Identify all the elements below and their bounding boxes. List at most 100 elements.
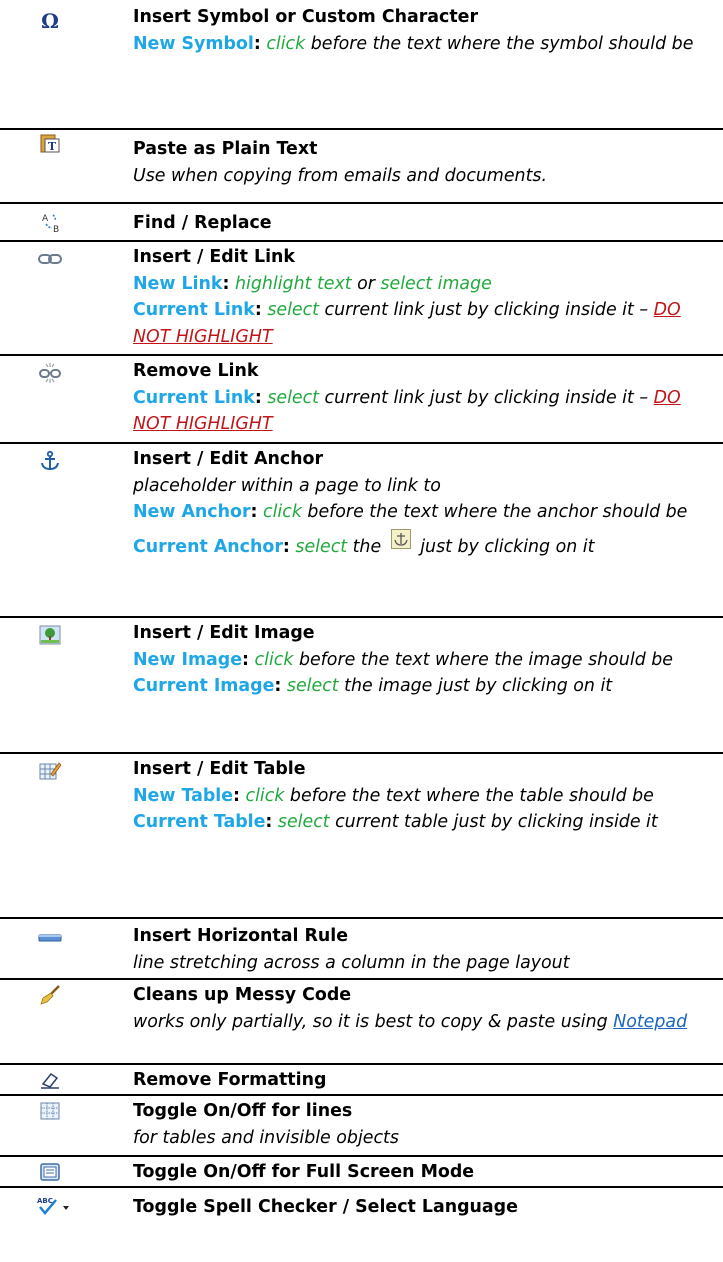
spellcheck-icon: ABC bbox=[36, 1194, 72, 1216]
row-remove-link: Remove Link Current Link: select current… bbox=[0, 356, 723, 444]
eraser-icon bbox=[38, 1069, 62, 1091]
row-find-replace: AB Find / Replace bbox=[0, 204, 723, 242]
colon: : bbox=[282, 536, 290, 557]
new-line: New Link: highlight text or select image bbox=[133, 271, 719, 298]
row-full-screen: Toggle On/Off for Full Screen Mode bbox=[0, 1157, 723, 1188]
svg-text:ABC: ABC bbox=[37, 1197, 53, 1205]
action: click bbox=[263, 502, 302, 522]
description: current link just by clicking inside it … bbox=[324, 300, 649, 320]
fullscreen-icon bbox=[38, 1161, 62, 1183]
action: highlight text bbox=[234, 273, 352, 294]
row-title: Cleans up Messy Code bbox=[133, 985, 352, 1005]
current-line: Current Link: select current link just b… bbox=[133, 385, 703, 438]
horizontal-rule-icon bbox=[38, 927, 62, 949]
row-title: Insert / Edit Link bbox=[133, 247, 295, 267]
new-line: New Anchor: click before the text where … bbox=[133, 499, 703, 526]
keyword: Current Table bbox=[133, 812, 266, 832]
action: select bbox=[277, 812, 330, 832]
action: select bbox=[267, 387, 319, 408]
notepad-link[interactable]: Notepad bbox=[613, 1012, 687, 1032]
colon: : bbox=[222, 273, 230, 294]
keyword: Current Anchor bbox=[133, 536, 283, 557]
current-line: Current Table: select current table just… bbox=[133, 809, 703, 836]
anchor-icon bbox=[38, 450, 62, 472]
description-line: works only partially, so it is best to c… bbox=[133, 1009, 703, 1036]
table-icon bbox=[38, 760, 62, 782]
row-insert-symbol: Ω Insert Symbol or Custom Character New … bbox=[0, 0, 723, 130]
conjunction: or bbox=[357, 273, 375, 294]
row-toggle-lines: Toggle On/Off for lines for tables and i… bbox=[0, 1096, 723, 1157]
unlink-icon bbox=[38, 362, 62, 384]
row-title: Insert Horizontal Rule bbox=[133, 926, 349, 946]
colon: : bbox=[253, 33, 261, 54]
row-title: Paste as Plain Text bbox=[133, 139, 318, 159]
grid-lines-icon bbox=[38, 1100, 62, 1122]
row-title: Find / Replace bbox=[133, 213, 272, 233]
row-cleanup-code: Cleans up Messy Code works only partiall… bbox=[0, 980, 723, 1065]
keyword: New Image bbox=[133, 649, 243, 670]
description: placeholder within a page to link to bbox=[133, 475, 441, 496]
description: line stretching across a column in the p… bbox=[133, 952, 570, 973]
row-title: Remove Link bbox=[133, 361, 259, 381]
description: just by clicking on it bbox=[420, 536, 595, 557]
row-title: Remove Formatting bbox=[133, 1070, 327, 1090]
row-title: Toggle On/Off for lines bbox=[133, 1101, 353, 1121]
description: before the text where the symbol should … bbox=[310, 33, 694, 54]
action: select bbox=[295, 536, 348, 557]
row-title: Toggle Spell Checker / Select Language bbox=[133, 1197, 518, 1217]
svg-text:T: T bbox=[48, 140, 57, 153]
description: before the text where the image should b… bbox=[298, 649, 674, 670]
description: before the text where the table should b… bbox=[289, 785, 654, 806]
keyword: New Symbol bbox=[133, 33, 254, 54]
row-insert-edit-anchor: Insert / Edit Anchor placeholder within … bbox=[0, 444, 723, 618]
row-insert-edit-image: Insert / Edit Image New Image: click bef… bbox=[0, 618, 723, 754]
link-icon bbox=[38, 248, 62, 270]
toolbar-reference: Ω Insert Symbol or Custom Character New … bbox=[0, 0, 723, 1228]
row-insert-edit-table: Insert / Edit Table New Table: click bef… bbox=[0, 754, 723, 919]
action: select bbox=[286, 676, 339, 696]
keyword: Current Image bbox=[133, 676, 275, 696]
svg-text:Ω: Ω bbox=[41, 10, 59, 32]
current-line: Current Link: select current link just b… bbox=[133, 297, 703, 350]
action: click bbox=[245, 785, 285, 806]
description: works only partially, so it is best to c… bbox=[133, 1011, 608, 1032]
keyword: New Table bbox=[133, 785, 234, 806]
row-title: Insert / Edit Image bbox=[133, 623, 315, 643]
colon: : bbox=[250, 502, 258, 522]
svg-text:A: A bbox=[42, 214, 49, 224]
svg-text:B: B bbox=[53, 225, 59, 234]
article: the bbox=[352, 536, 382, 557]
anchor-marker-icon bbox=[390, 528, 411, 549]
omega-icon: Ω bbox=[38, 10, 62, 32]
description: current table just by clicking inside it bbox=[335, 812, 658, 832]
description: current link just by clicking inside it … bbox=[324, 387, 649, 408]
action: select bbox=[267, 300, 319, 320]
row-title: Insert Symbol or Custom Character bbox=[133, 7, 479, 27]
description: the image just by clicking on it bbox=[344, 676, 613, 696]
row-horizontal-rule: Insert Horizontal Rule line stretching a… bbox=[0, 919, 723, 980]
row-title: Insert / Edit Anchor bbox=[133, 449, 324, 469]
row-remove-formatting: Remove Formatting bbox=[0, 1065, 723, 1096]
colon: : bbox=[233, 785, 240, 806]
current-line: Current Anchor: select the just by click… bbox=[133, 528, 719, 561]
keyword: New Link bbox=[133, 273, 223, 294]
action: select image bbox=[380, 273, 492, 294]
keyword: Current Link bbox=[133, 300, 255, 320]
keyword: Current Link bbox=[133, 387, 255, 408]
new-line: New Table: click before the text where t… bbox=[133, 783, 703, 810]
paste-text-icon: T bbox=[38, 132, 62, 154]
colon: : bbox=[274, 676, 282, 696]
description: Use when copying from emails and documen… bbox=[133, 165, 547, 186]
action: click bbox=[254, 649, 294, 670]
row-spell-checker: ABC Toggle Spell Checker / Select Langua… bbox=[0, 1188, 723, 1228]
row-title: Insert / Edit Table bbox=[133, 759, 306, 779]
action: click bbox=[266, 33, 306, 54]
new-line: New Symbol: click before the text where … bbox=[133, 31, 703, 58]
row-paste-plain-text: T Paste as Plain Text Use when copying f… bbox=[0, 130, 723, 204]
keyword: New Anchor bbox=[133, 502, 251, 522]
new-line: New Image: click before the text where t… bbox=[133, 647, 703, 674]
find-replace-icon: AB bbox=[38, 212, 62, 234]
broom-icon bbox=[38, 984, 62, 1006]
colon: : bbox=[254, 387, 262, 408]
current-line: Current Image: select the image just by … bbox=[133, 673, 719, 700]
